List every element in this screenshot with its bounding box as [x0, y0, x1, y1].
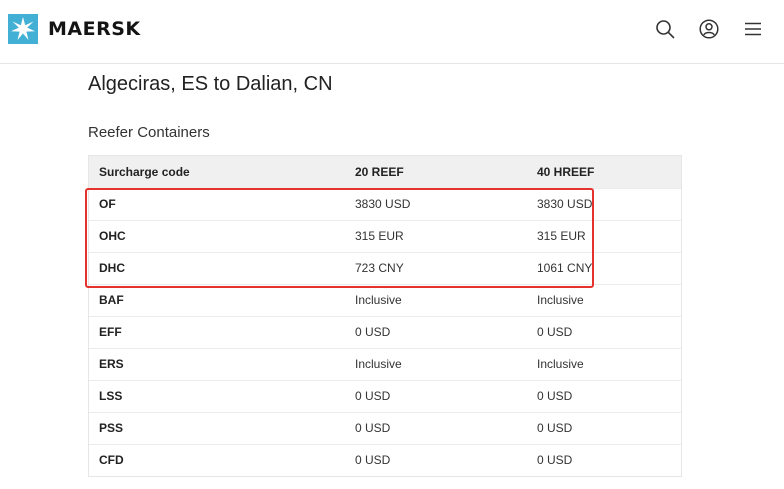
rate-40-hreef: 0 USD	[537, 421, 573, 435]
table-row: BAF Inclusive Inclusive	[89, 284, 681, 316]
column-header-40-hreef: 40 HREEF	[537, 164, 595, 179]
rate-40-hreef: 0 USD	[537, 389, 573, 403]
surcharge-code: CFD	[99, 453, 124, 468]
column-header-20-reef: 20 REEF	[355, 164, 404, 179]
table-header-row: Surcharge code 20 REEF 40 HREEF	[89, 156, 681, 188]
site-header: MAERSK	[0, 0, 784, 64]
surcharge-code: BAF	[99, 293, 124, 307]
rate-40-hreef: Inclusive	[537, 293, 584, 307]
table-row: PSS 0 USD 0 USD	[89, 412, 681, 444]
rate-40-hreef: 1061 CNY	[537, 261, 593, 275]
route-title: Algeciras, ES to Dalian, CN	[88, 73, 333, 95]
table-row: OHC 315 EUR 315 EUR	[89, 220, 681, 252]
rate-20-reef: 3830 USD	[355, 197, 411, 211]
surcharge-code: OHC	[99, 229, 126, 243]
rate-20-reef: Inclusive	[355, 293, 402, 307]
rate-40-hreef: 315 EUR	[537, 229, 586, 243]
rate-40-hreef: 0 USD	[537, 325, 573, 339]
rate-20-reef: 315 EUR	[355, 229, 404, 243]
rate-40-hreef: 0 USD	[537, 453, 573, 468]
brand-name: MAERSK	[48, 18, 141, 40]
rate-20-reef: 0 USD	[355, 325, 391, 339]
table-row: DHC 723 CNY 1061 CNY	[89, 252, 681, 284]
rate-40-hreef: Inclusive	[537, 357, 584, 371]
surcharge-code: DHC	[99, 261, 125, 275]
rate-20-reef: Inclusive	[355, 357, 402, 371]
section-title: Reefer Containers	[88, 124, 210, 141]
column-header-surcharge-code: Surcharge code	[99, 164, 190, 179]
table-row: ERS Inclusive Inclusive	[89, 348, 681, 380]
surcharge-table: Surcharge code 20 REEF 40 HREEF OF 3830 …	[88, 155, 682, 477]
table-row: CFD 0 USD 0 USD	[89, 444, 681, 476]
surcharge-code: PSS	[99, 421, 124, 435]
maersk-star-icon	[8, 14, 38, 44]
user-account-icon[interactable]	[698, 18, 720, 40]
table-row: OF 3830 USD 3830 USD	[89, 188, 681, 220]
search-icon[interactable]	[654, 18, 676, 40]
rate-20-reef: 0 USD	[355, 389, 391, 403]
surcharge-code: EFF	[99, 325, 122, 339]
rate-40-hreef: 3830 USD	[537, 197, 593, 211]
rate-20-reef: 0 USD	[355, 453, 391, 468]
menu-icon[interactable]	[742, 18, 764, 40]
surcharge-code: OF	[99, 197, 116, 211]
rate-20-reef: 0 USD	[355, 421, 391, 435]
table-row: LSS 0 USD 0 USD	[89, 380, 681, 412]
surcharge-code: LSS	[99, 389, 123, 403]
surcharge-code: ERS	[99, 357, 124, 371]
table-row: EFF 0 USD 0 USD	[89, 316, 681, 348]
rate-20-reef: 723 CNY	[355, 261, 404, 275]
maersk-logo[interactable]: MAERSK	[8, 14, 141, 44]
